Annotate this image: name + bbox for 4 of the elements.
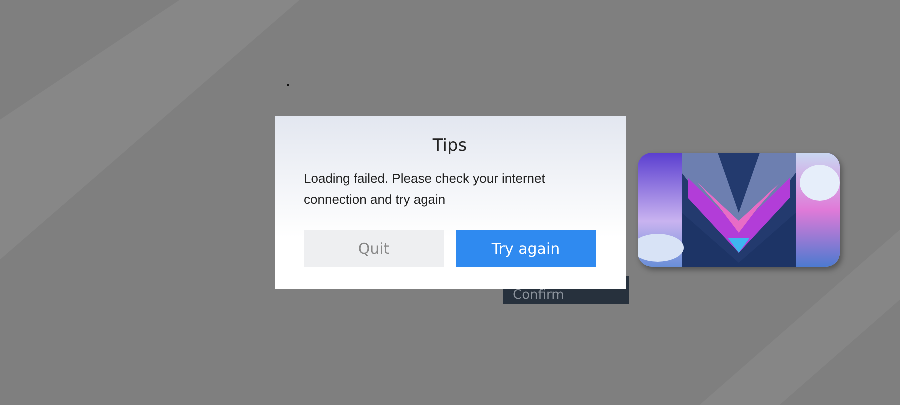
dialog-message: Loading failed. Please check your internet connection and try again	[304, 170, 546, 209]
dialog-title: Tips	[432, 136, 468, 156]
quit-button[interactable]: Quit	[304, 230, 444, 267]
try-again-button[interactable]: Try again	[456, 230, 596, 267]
